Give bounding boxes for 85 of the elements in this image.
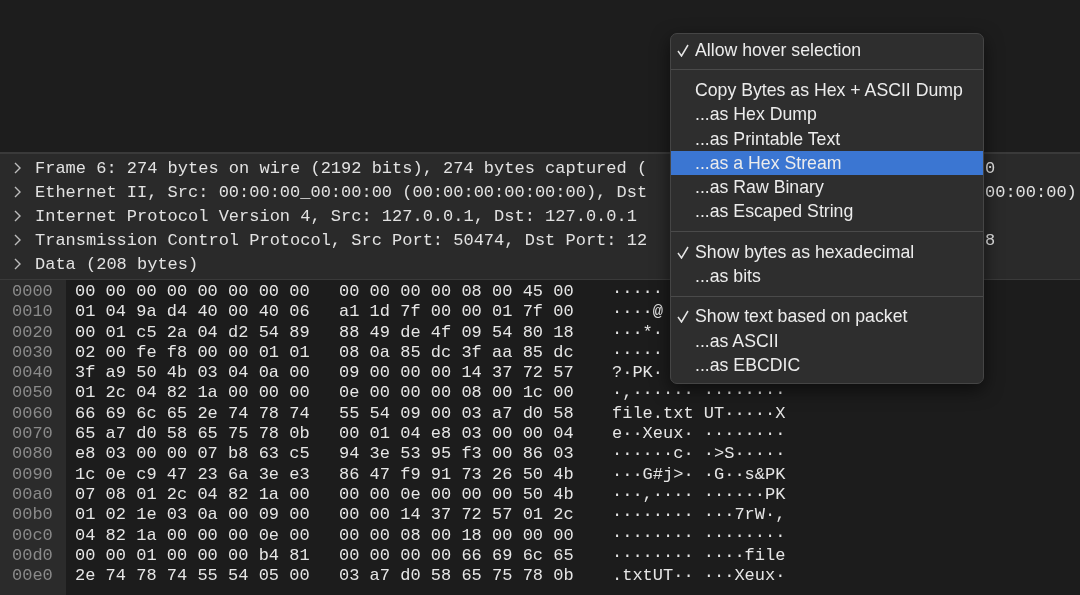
ascii-text: ········ ····file — [612, 545, 786, 567]
ascii-text: ·,······ ········ — [612, 383, 786, 404]
offset-label: 0010 — [11, 302, 54, 323]
hex-bytes: 01 2c 04 82 1a 00 00 00 — [75, 383, 310, 404]
hex-bytes: 00 01 c5 2a 04 d2 54 89 — [75, 322, 310, 343]
hex-bytes: 04 82 1a 00 00 00 0e 00 — [75, 525, 310, 546]
menu-item[interactable]: ...as Raw Binary — [671, 175, 983, 200]
hex-bytes: 08 0a 85 dc 3f aa 85 dc — [339, 342, 574, 364]
menu-item[interactable]: ...as bits — [671, 264, 983, 289]
menu-item[interactable]: ...as a Hex Stream — [671, 151, 983, 176]
ascii-text: ····@ — [612, 302, 663, 323]
menu-item[interactable]: ...as Hex Dump — [671, 102, 983, 127]
hex-bytes: 02 00 fe f8 00 00 01 01 — [75, 342, 310, 364]
hex-bytes: 65 a7 d0 58 65 75 78 0b — [75, 424, 310, 445]
chevron-right-icon[interactable] — [13, 234, 22, 246]
ascii-text: ···*· — [612, 322, 663, 343]
offset-label: 00e0 — [11, 566, 54, 587]
chevron-right-icon[interactable] — [13, 186, 22, 198]
offset-label: 0080 — [11, 444, 54, 465]
hex-bytes: 66 69 6c 65 2e 74 78 74 — [75, 403, 310, 425]
hex-bytes: 00 00 00 00 08 00 45 00 — [339, 282, 574, 303]
offset-label: 0000 — [11, 282, 54, 303]
menu-item[interactable]: ...as ASCII — [671, 328, 983, 354]
chevron-right-icon[interactable] — [13, 258, 22, 270]
hex-bytes: 00 00 00 00 00 00 00 00 — [75, 282, 310, 303]
offset-label: 0070 — [11, 424, 54, 445]
hex-bytes: 86 47 f9 91 73 26 50 4b — [339, 464, 574, 485]
tree-item-text: 8 — [985, 230, 996, 250]
offset-label: 0050 — [11, 383, 54, 404]
hex-bytes: 3f a9 50 4b 03 04 0a 00 — [75, 363, 310, 384]
ascii-text: ······c· ·>S····· — [612, 444, 786, 465]
offset-label: 0090 — [11, 464, 54, 485]
ascii-text: ···,···· ······PK — [612, 484, 786, 506]
tree-item-text: 0 — [985, 158, 996, 178]
offset-label: 00c0 — [11, 525, 54, 546]
tree-item-text: 00:00:00) — [985, 182, 1077, 202]
offset-label: 0040 — [11, 363, 54, 384]
hex-bytes: 55 54 09 00 03 a7 d0 58 — [339, 403, 574, 425]
chevron-right-icon[interactable] — [13, 162, 22, 174]
menu-item[interactable]: Copy Bytes as Hex + ASCII Dump — [671, 78, 983, 103]
menu-item[interactable]: ...as EBCDIC — [671, 353, 983, 378]
hex-bytes: 0e 00 00 00 08 00 1c 00 — [339, 383, 574, 404]
ascii-text: ····· — [612, 342, 663, 364]
offset-label: 0060 — [11, 403, 54, 425]
hex-bytes: a1 1d 7f 00 00 01 7f 00 — [339, 302, 574, 323]
hex-bytes: 00 00 01 00 00 00 b4 81 — [75, 545, 310, 567]
hex-bytes: 03 a7 d0 58 65 75 78 0b — [339, 566, 574, 587]
tree-item[interactable]: Data (208 bytes) — [35, 254, 199, 274]
hex-bytes: 00 00 0e 00 00 00 50 4b — [339, 484, 574, 506]
tree-item[interactable]: Transmission Control Protocol, Src Port: 50474, Dst Port: 12 — [35, 230, 648, 250]
hex-bytes: 00 00 14 37 72 57 01 2c — [339, 505, 574, 526]
hex-bytes: 09 00 00 00 14 37 72 57 — [339, 363, 574, 384]
hex-bytes: 1c 0e c9 47 23 6a 3e e3 — [75, 464, 310, 485]
offset-label: 00d0 — [11, 545, 54, 567]
hex-bytes: 00 00 08 00 18 00 00 00 — [339, 525, 574, 546]
offset-label: 00b0 — [11, 505, 54, 526]
chevron-right-icon[interactable] — [13, 210, 22, 222]
ascii-text: file.txt UT·····X — [612, 403, 786, 425]
offset-label: 0030 — [11, 342, 54, 364]
tree-item[interactable]: Internet Protocol Version 4, Src: 127.0.0.1, Dst: 127.0.0.1 — [35, 206, 637, 226]
menu-item[interactable]: Show bytes as hexadecimal — [671, 240, 983, 265]
menu-item[interactable]: ...as Printable Text — [671, 126, 983, 152]
ascii-text: ········ ········ — [612, 525, 786, 546]
menu-item[interactable]: ...as Escaped String — [671, 199, 983, 225]
ascii-text: ···G#j>· ·G··s&PK — [612, 464, 786, 485]
hex-bytes: 00 00 00 00 66 69 6c 65 — [339, 545, 574, 567]
offset-label: 0020 — [11, 322, 54, 343]
hex-bytes: e8 03 00 00 07 b8 63 c5 — [75, 444, 310, 465]
offset-label: 00a0 — [11, 484, 54, 506]
tree-item[interactable]: Frame 6: 274 bytes on wire (2192 bits), 274 bytes captured ( — [35, 158, 648, 178]
ascii-text: ?·PK· — [612, 363, 663, 384]
hex-bytes: 88 49 de 4f 09 54 80 18 — [339, 322, 574, 343]
hex-bytes: 00 01 04 e8 03 00 00 04 — [339, 424, 574, 445]
menu-item[interactable]: Allow hover selection — [671, 38, 983, 63]
menu-item[interactable]: Show text based on packet — [671, 304, 983, 329]
hex-bytes: 01 04 9a d4 40 00 40 06 — [75, 302, 310, 323]
tree-item[interactable]: Ethernet II, Src: 00:00:00_00:00:00 (00:00:00:00:00:00), Dst — [35, 182, 648, 202]
hex-bytes: 01 02 1e 03 0a 00 09 00 — [75, 505, 310, 526]
ascii-text: e··Xeux· ········ — [612, 424, 786, 445]
ascii-text: ········ ···7rW·, — [612, 505, 786, 526]
hex-bytes: 94 3e 53 95 f3 00 86 03 — [339, 444, 574, 465]
hex-bytes: 07 08 01 2c 04 82 1a 00 — [75, 484, 310, 506]
ascii-text: .txtUT·· ···Xeux· — [612, 566, 786, 587]
hex-bytes: 2e 74 78 74 55 54 05 00 — [75, 566, 310, 587]
ascii-text: ····· — [612, 282, 663, 303]
